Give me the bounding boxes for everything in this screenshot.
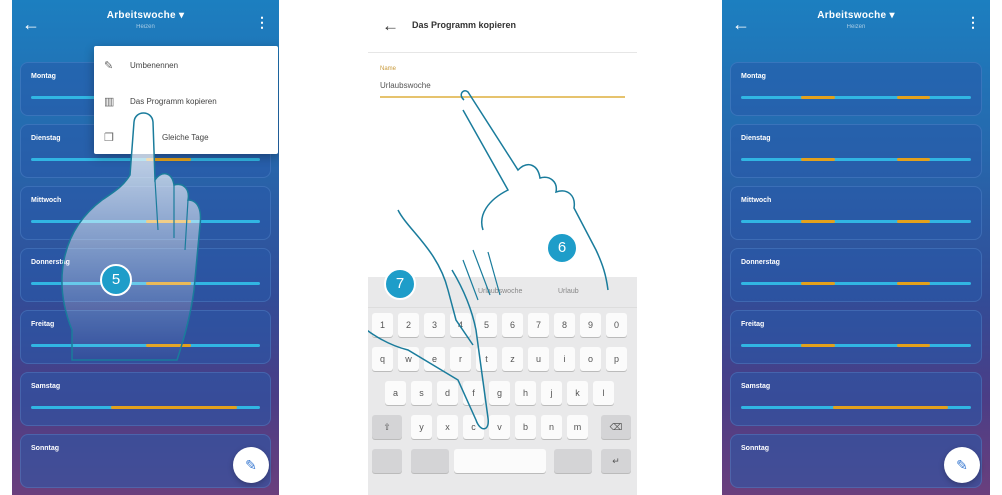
program-title[interactable]: Arbeitswoche ▾ bbox=[722, 10, 990, 21]
day-timeline bbox=[741, 220, 971, 223]
edit-fab-pencil-icon[interactable]: ✎ bbox=[944, 447, 980, 483]
step-6-badge: 6 bbox=[546, 232, 578, 264]
step-7-badge: 7 bbox=[384, 268, 416, 300]
program-subtitle: Heizen bbox=[846, 24, 866, 30]
day-card-thursday[interactable]: Donnerstag bbox=[730, 248, 982, 302]
day-label: Dienstag bbox=[741, 135, 771, 142]
day-timeline bbox=[741, 158, 971, 161]
pointing-hand-illustration bbox=[61, 112, 202, 361]
day-timeline bbox=[741, 96, 971, 99]
day-label: Donnerstag bbox=[741, 259, 780, 266]
day-label: Montag bbox=[741, 73, 766, 80]
day-timeline bbox=[741, 282, 971, 285]
day-label: Sonntag bbox=[741, 445, 769, 452]
day-card-saturday[interactable]: Samstag bbox=[730, 372, 982, 426]
two-hands-illustration bbox=[368, 90, 609, 430]
day-card-tuesday[interactable]: Dienstag bbox=[730, 124, 982, 178]
day-card-wednesday[interactable]: Mittwoch bbox=[730, 186, 982, 240]
phone-screen-1: ← Arbeitswoche ▾ Heizen ⋮ Montag Diensta… bbox=[12, 0, 279, 495]
day-label: Freitag bbox=[741, 321, 765, 328]
day-timeline bbox=[741, 344, 971, 347]
day-label: Samstag bbox=[741, 383, 771, 390]
step-5-badge: 5 bbox=[100, 264, 132, 296]
phone-screen-2: ← Das Programm kopieren Name Urlaubswoch… bbox=[368, 0, 637, 495]
phone-screen-3: ← Arbeitswoche ▾ Heizen ⋮ Montag Diensta… bbox=[722, 0, 990, 495]
day-card-monday[interactable]: Montag bbox=[730, 62, 982, 116]
more-menu-icon[interactable]: ⋮ bbox=[966, 14, 980, 31]
day-label: Mittwoch bbox=[741, 197, 772, 204]
day-card-friday[interactable]: Freitag bbox=[730, 310, 982, 364]
app-bar: ← Arbeitswoche ▾ Heizen ⋮ bbox=[722, 0, 990, 48]
day-timeline bbox=[741, 406, 971, 409]
